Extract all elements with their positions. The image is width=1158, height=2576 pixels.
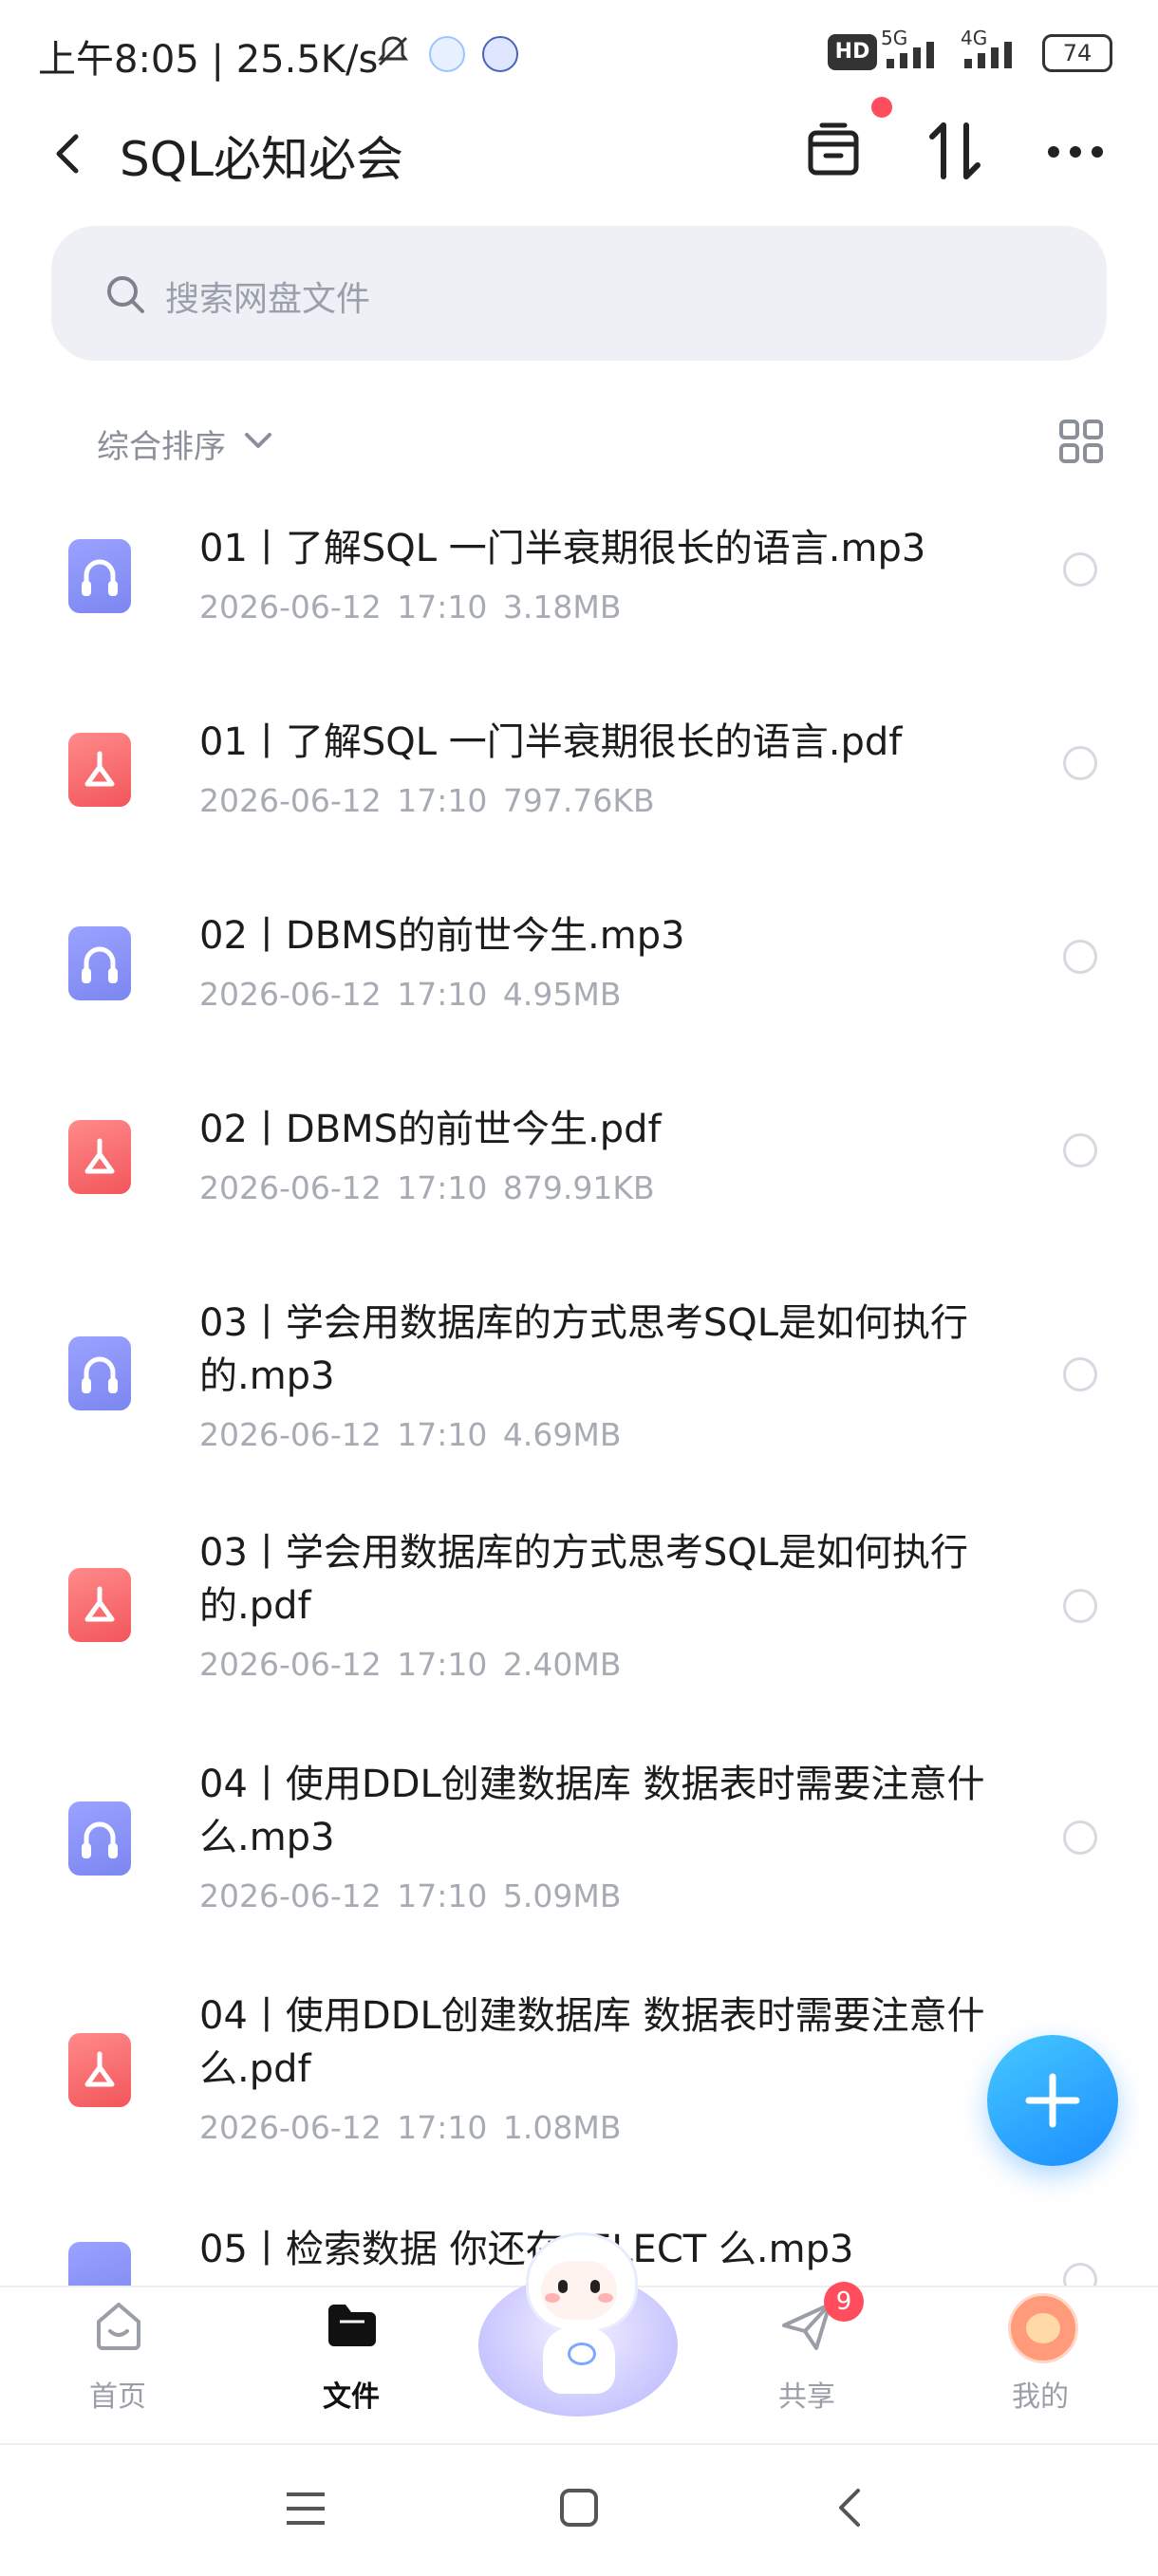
file-meta: 2026-06-12 17:10 2.40MB [199,1646,622,1683]
list-item[interactable]: 04丨使用DDL创建数据库 数据表时需要注意什么.mp3 2026-06-12 … [0,1745,1158,1972]
file-name: 03丨学会用数据库的方式思考SQL是如何执行的.mp3 [199,1301,969,1398]
nav-label-share: 共享 [778,2380,835,2414]
file-name: 04丨使用DDL创建数据库 数据表时需要注意什么.pdf [199,1994,985,2091]
list-item[interactable]: 04丨使用DDL创建数据库 数据表时需要注意什么.pdf 2026-06-12 … [0,1976,1158,2204]
nav-item-home[interactable]: 首页 [42,2293,194,2426]
battery-icon: 74 [1042,34,1112,72]
nav-item-files[interactable]: 文件 [275,2293,427,2426]
audio-file-icon [68,926,131,1000]
list-item[interactable]: 02丨DBMS的前世今生.mp3 2026-06-12 17:10 4.95MB [0,890,1158,1080]
audio-file-icon [68,1801,131,1876]
avatar-face [1026,2313,1060,2343]
avatar-notification-icon [482,36,518,72]
grid-view-icon[interactable] [1057,418,1105,465]
mascot-eye-right [590,2280,600,2293]
home-square-icon[interactable] [558,2487,600,2529]
status-time-speed: 上午8:05 | 25.5K/s [38,38,379,82]
file-name: 03丨学会用数据库的方式思考SQL是如何执行的.pdf [199,1531,969,1628]
mascot-cheek-right [598,2293,613,2303]
mascot-logo-icon [568,2343,596,2365]
file-meta: 2026-06-12 17:10 4.69MB [199,1416,622,1453]
mute-bell-icon [378,36,408,66]
select-radio[interactable] [1063,1133,1097,1167]
file-meta: 2026-06-12 17:10 797.76KB [199,782,655,819]
file-name: 02丨DBMS的前世今生.pdf [199,1108,662,1151]
file-name: 01丨了解SQL 一门半衰期很长的语言.mp3 [199,527,926,570]
home-icon [97,2303,140,2350]
select-radio[interactable] [1063,1589,1097,1623]
mascot-button[interactable] [475,2232,682,2422]
mascot-face [541,2261,617,2320]
audio-file-icon [68,539,131,613]
mascot-cheek-left [545,2293,560,2303]
pdf-file-icon [68,1568,131,1642]
file-meta: 2026-06-12 17:10 5.09MB [199,1877,622,1914]
sort-label: 综合排序 [97,428,226,466]
system-back-icon[interactable] [835,2487,866,2529]
menu-icon[interactable] [285,2491,327,2527]
share-badge: 9 [824,2282,864,2322]
audio-file-icon [68,1336,131,1410]
list-item[interactable]: 01丨了解SQL 一门半衰期很长的语言.mp3 2026-06-12 17:10… [0,503,1158,693]
file-name: 04丨使用DDL创建数据库 数据表时需要注意什么.mp3 [199,1763,985,1859]
file-meta: 2026-06-12 17:10 1.08MB [199,2109,622,2146]
chevron-down-icon[interactable] [241,427,275,456]
signal-5g-icon [887,42,934,68]
search-icon [107,276,144,313]
list-item[interactable]: 01丨了解SQL 一门半衰期很长的语言.pdf 2026-06-12 17:10… [0,697,1158,887]
list-item[interactable]: 03丨学会用数据库的方式思考SQL是如何执行的.mp3 2026-06-12 1… [0,1278,1158,1505]
back-arrow-icon[interactable] [49,127,87,180]
select-radio[interactable] [1063,2263,1097,2286]
select-radio[interactable] [1063,746,1097,780]
nav-label-home: 首页 [89,2380,146,2414]
pdf-file-icon [68,733,131,807]
sort-dropdown[interactable]: 综合排序 [97,420,226,467]
avatar [1008,2293,1078,2363]
select-radio[interactable] [1063,1357,1097,1391]
file-name: 02丨DBMS的前世今生.mp3 [199,914,685,958]
hd-icon: HD [828,34,877,70]
search-placeholder: 搜索网盘文件 [165,280,371,319]
sort-arrows-icon[interactable] [925,118,985,184]
folder-icon [328,2305,376,2346]
page-title: SQL必知必会 [120,132,403,187]
notification-dot [871,97,892,118]
select-radio[interactable] [1063,1820,1097,1855]
pdf-file-icon [68,1120,131,1194]
mascot-eye-left [558,2280,568,2293]
list-item[interactable]: 02丨DBMS的前世今生.pdf 2026-06-12 17:10 879.91… [0,1084,1158,1274]
nav-label-files: 文件 [323,2380,380,2414]
list-item[interactable]: 03丨学会用数据库的方式思考SQL是如何执行的.pdf 2026-06-12 1… [0,1511,1158,1739]
file-meta: 2026-06-12 17:10 3.18MB [199,588,622,625]
pdf-file-icon [68,2033,131,2107]
status-bar: 上午8:05 | 25.5K/s HD 5G 4G 74 [0,0,1158,104]
select-radio[interactable] [1063,940,1097,974]
audio-file-icon [68,2242,131,2286]
nav-label-mine: 我的 [1012,2380,1069,2414]
signal-4g-icon [964,42,1012,68]
nav-item-mine[interactable]: 我的 [964,2293,1116,2426]
select-radio[interactable] [1063,552,1097,587]
add-button[interactable] [987,2035,1118,2166]
file-meta: 2026-06-12 17:10 4.95MB [199,976,622,1013]
plus-icon [1025,2073,1080,2128]
more-options-icon[interactable] [1044,133,1107,171]
transfer-box-icon[interactable] [803,120,864,180]
file-meta: 2026-06-12 17:10 879.91KB [199,1169,655,1206]
app-notification-icon [429,36,465,72]
file-name: 01丨了解SQL 一门半衰期很长的语言.pdf [199,720,903,764]
